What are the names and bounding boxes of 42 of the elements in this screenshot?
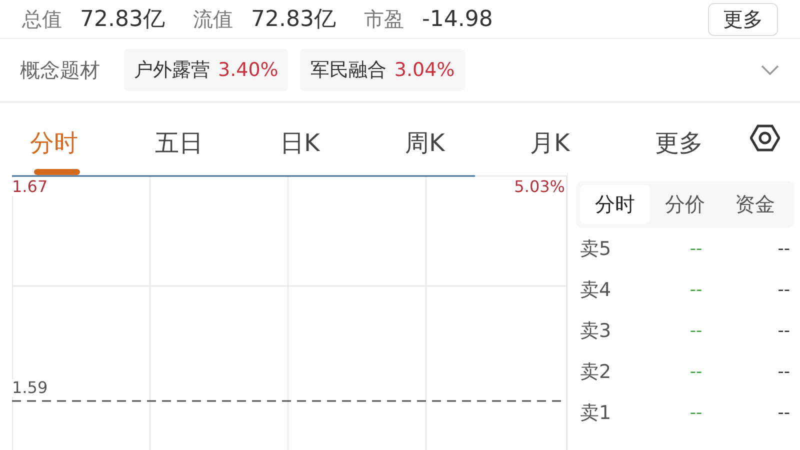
tag-name: 军民融合 xyxy=(310,58,386,83)
concept-tag[interactable]: 军民融合 3.04% xyxy=(300,49,465,91)
panel-tab[interactable]: 分价 xyxy=(650,185,720,224)
chart-tab[interactable]: 更多 xyxy=(655,113,780,175)
price-label: 1.67 xyxy=(12,178,48,196)
order-label: 卖1 xyxy=(580,400,612,426)
order-volume: -- xyxy=(778,402,790,422)
panel-tab[interactable]: 分时 xyxy=(580,185,650,224)
order-label: 卖4 xyxy=(580,278,612,302)
stat-value: 72.83亿 xyxy=(250,6,336,34)
stat-value: -14.98 xyxy=(422,6,493,32)
order-price: -- xyxy=(690,320,704,340)
order-label: 卖5 xyxy=(580,236,612,262)
concept-label: 概念题材 xyxy=(20,56,100,84)
stat-label: 总值 xyxy=(22,6,62,32)
chart-tab[interactable]: 五日 xyxy=(155,113,280,175)
stat-value: 72.83亿 xyxy=(80,6,165,34)
chart-tab[interactable]: 周K xyxy=(405,113,530,175)
order-volume: -- xyxy=(778,238,790,258)
order-label: 卖2 xyxy=(580,360,612,384)
panel-tab[interactable]: 资金 xyxy=(720,185,790,224)
stat-label: 流值 xyxy=(192,6,233,32)
order-price: -- xyxy=(690,238,704,258)
order-volume: -- xyxy=(778,280,790,300)
order-volume: -- xyxy=(778,320,790,340)
stat-label: 市盈 xyxy=(364,6,404,32)
settings-icon[interactable] xyxy=(750,123,780,153)
chart-tab[interactable]: 月K xyxy=(530,113,655,175)
chart-tab[interactable]: 分时 xyxy=(30,113,155,175)
price-label: 1.59 xyxy=(12,379,48,397)
order-price: -- xyxy=(690,280,704,300)
chevron-icon[interactable] xyxy=(760,64,780,76)
concept-tag[interactable]: 户外露营 3.40% xyxy=(124,49,288,91)
more-button[interactable]: 更多 xyxy=(708,2,778,36)
chart-tab[interactable]: 日K xyxy=(280,113,405,175)
order-price: -- xyxy=(690,402,704,422)
tag-change: 3.04% xyxy=(394,59,455,81)
tag-change: 3.40% xyxy=(218,59,278,81)
order-price: -- xyxy=(690,362,704,382)
order-volume: -- xyxy=(778,362,790,382)
order-label: 卖3 xyxy=(580,318,612,344)
tag-name: 户外露营 xyxy=(134,58,210,83)
